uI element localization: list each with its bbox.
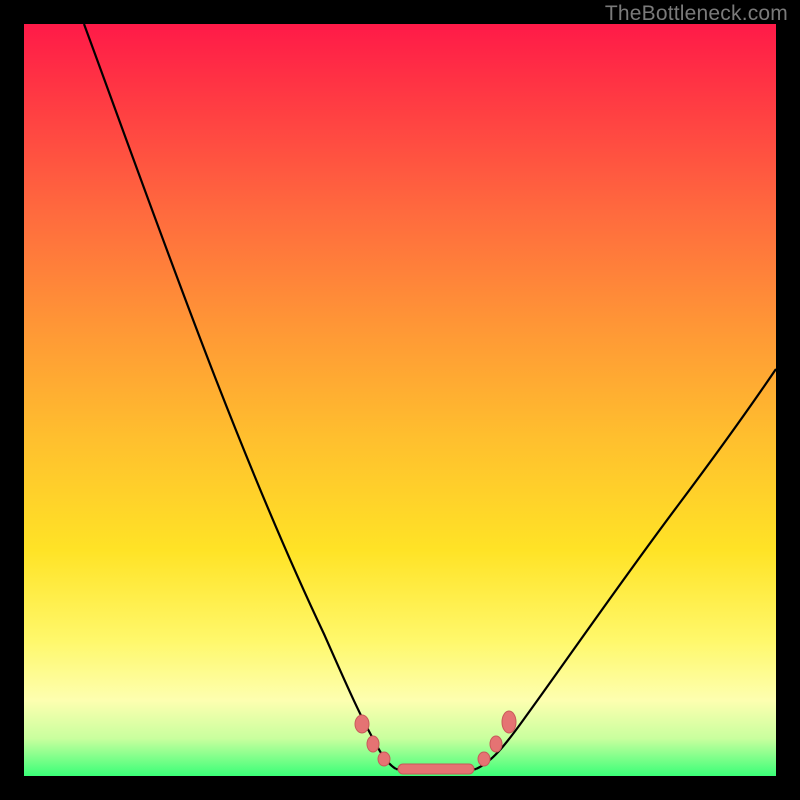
left-marker-2 [367,736,379,752]
right-marker-2 [490,736,502,752]
outer-black-frame [24,24,776,776]
watermark-text: TheBottleneck.com [605,2,788,26]
right-curve [476,369,776,769]
right-marker-3 [502,711,516,733]
left-marker-3 [378,752,390,766]
left-curve [84,24,396,769]
chart-svg [24,24,776,776]
left-marker-1 [355,715,369,733]
floor-bar [398,764,474,774]
right-marker-1 [478,752,490,766]
